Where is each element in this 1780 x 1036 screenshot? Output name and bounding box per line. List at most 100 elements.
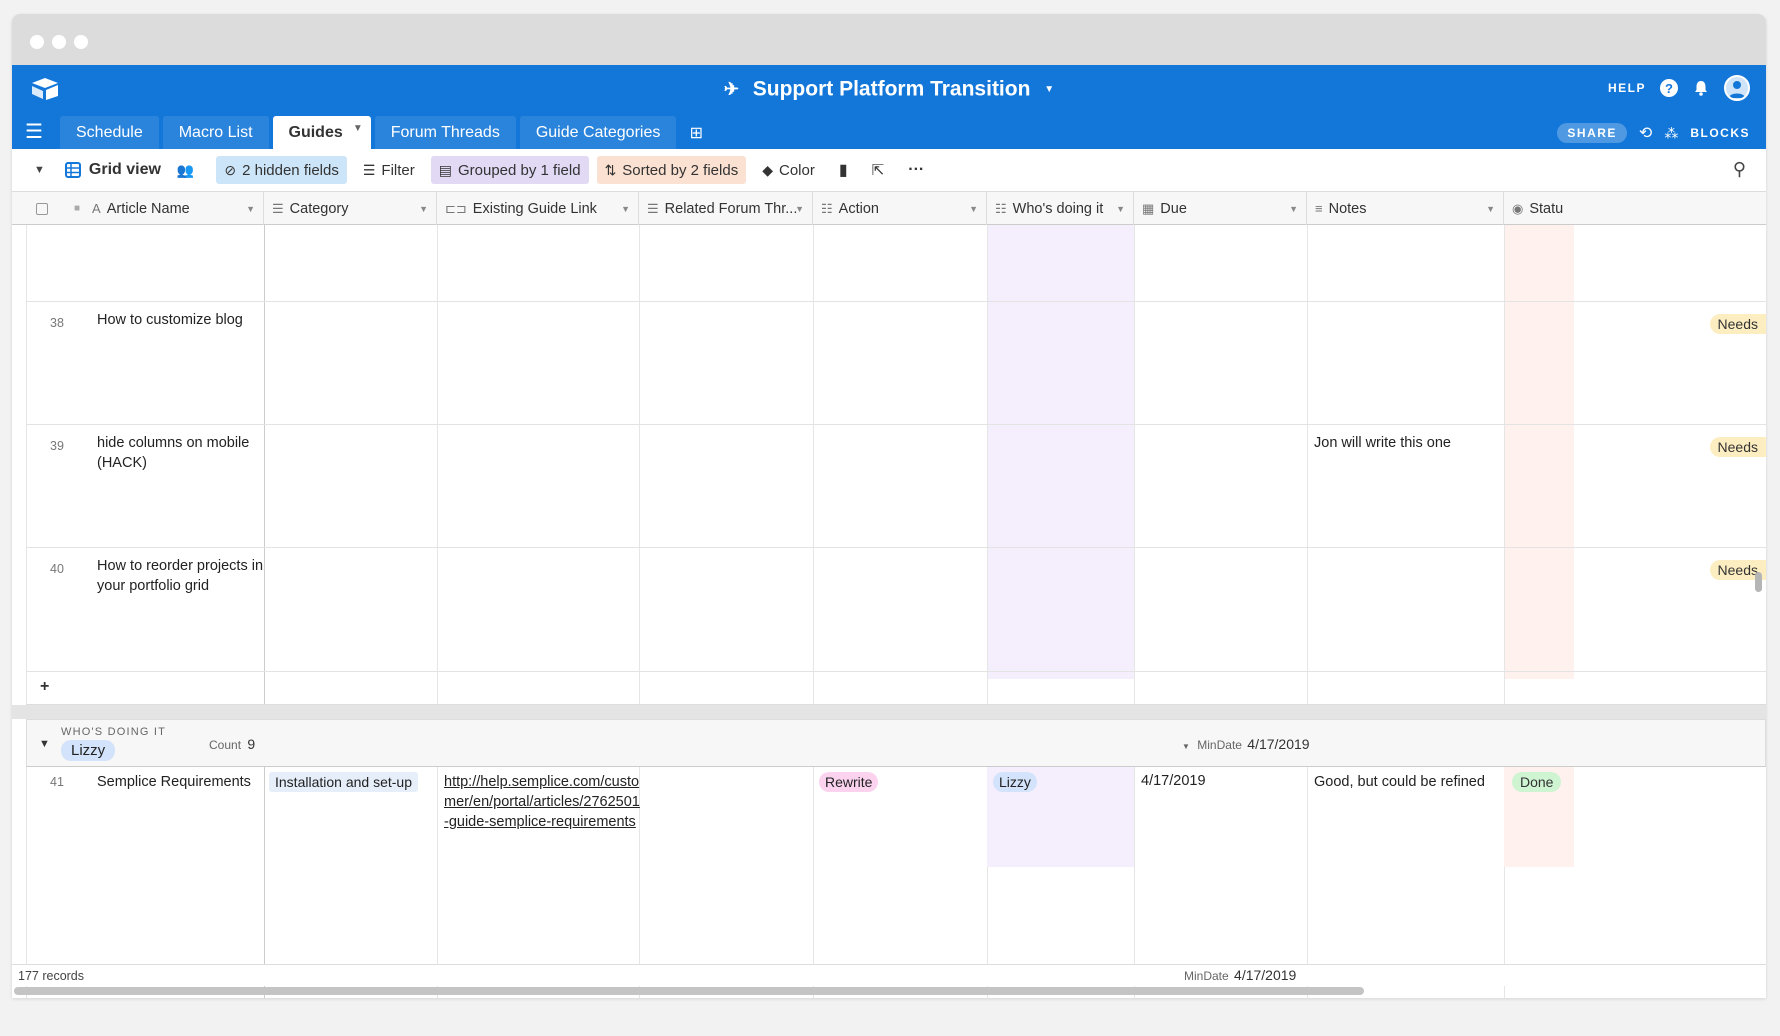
add-row-button[interactable]: + <box>26 672 1766 705</box>
guide-link[interactable]: mer/en/portal/articles/2762501 <box>444 792 640 812</box>
guide-link-cell[interactable]: http://help.semplice.com/custo mer/en/po… <box>444 772 640 832</box>
horizontal-scrollbar[interactable] <box>14 987 1364 995</box>
tab-guides[interactable]: Guides ▼ <box>272 116 371 149</box>
window-maximize-button[interactable] <box>74 35 88 49</box>
group-mindate: ▼ MinDate 4/17/2019 <box>1182 736 1310 752</box>
tab-guide-categories[interactable]: Guide Categories <box>519 116 677 149</box>
chevron-down-icon[interactable]: ▼ <box>621 204 630 214</box>
column-header-status[interactable]: ◉ Statu <box>1504 192 1574 225</box>
column-header-whos-doing-it[interactable]: ☷ Who's doing it ▼ <box>987 192 1134 225</box>
count-value: 9 <box>247 736 256 752</box>
chevron-down-icon[interactable]: ▼ <box>1289 204 1298 214</box>
plus-icon: + <box>40 678 50 695</box>
tab-schedule[interactable]: Schedule <box>60 116 159 149</box>
view-switcher[interactable]: Grid view <box>57 156 169 184</box>
tab-forum-threads[interactable]: Forum Threads <box>374 116 516 149</box>
share-button[interactable]: SHARE <box>1557 123 1627 143</box>
sort-icon: ⇅ <box>604 161 617 178</box>
tab-macro-list[interactable]: Macro List <box>162 116 269 149</box>
row-number: 39 <box>50 439 64 453</box>
help-icon[interactable]: ? <box>1660 79 1678 97</box>
eye-slash-icon: ⊘ <box>224 161 237 178</box>
group-separator <box>12 705 1766 719</box>
search-icon[interactable]: ⚲ <box>1733 159 1746 180</box>
table-row[interactable]: 39 hide columns on mobile (HACK) Jon wil… <box>26 425 1766 548</box>
column-label: Category <box>289 200 349 217</box>
mindate-label: MinDate <box>1197 738 1242 752</box>
tab-guides-label: Guides <box>288 123 343 141</box>
column-header-due[interactable]: ▦ Due ▼ <box>1134 192 1307 225</box>
article-name-cell[interactable]: How to customize blog <box>97 310 243 330</box>
column-header-category[interactable]: ☰ Category ▼ <box>264 192 437 225</box>
share-view-icon[interactable]: ⇱ <box>864 156 893 184</box>
history-icon[interactable]: ⟲ <box>1639 123 1652 143</box>
add-table-icon[interactable]: ⊞ <box>680 116 712 149</box>
status-badge[interactable]: Needs <box>1709 314 1766 334</box>
caret-down-icon[interactable]: ▼ <box>1182 742 1190 751</box>
column-header-related-forum-threads[interactable]: ☰ Related Forum Thr... ▼ <box>639 192 813 225</box>
app-header: ✈ Support Platform Transition ▼ HELP ? ☰… <box>12 65 1766 149</box>
column-label: Action <box>838 200 879 217</box>
group-button[interactable]: ▤ Grouped by 1 field <box>430 156 589 184</box>
window-close-button[interactable] <box>30 35 44 49</box>
bell-icon[interactable] <box>1692 79 1710 97</box>
status-badge[interactable]: Done <box>1512 772 1562 792</box>
collapse-group-icon[interactable]: ▼ <box>39 738 50 750</box>
group-header[interactable]: ▼ WHO'S DOING IT Lizzy Count 9 ▼ MinDate… <box>26 719 1766 767</box>
blocks-button[interactable]: BLOCKS <box>1690 126 1750 140</box>
base-title[interactable]: ✈ Support Platform Transition ▼ <box>12 77 1766 101</box>
chevron-down-icon[interactable]: ▼ <box>969 204 978 214</box>
table-row[interactable]: 41 Semplice Requirements Installation an… <box>26 767 1766 867</box>
chevron-down-icon[interactable]: ▼ <box>353 123 363 134</box>
table-row[interactable] <box>26 225 1766 302</box>
guide-link[interactable]: http://help.semplice.com/custo <box>444 772 640 792</box>
column-header-existing-guide-link[interactable]: ⊏⊐ Existing Guide Link ▼ <box>437 192 639 225</box>
column-label: Who's doing it <box>1012 200 1104 217</box>
more-options-icon[interactable]: ··· <box>900 156 932 184</box>
chevron-down-icon[interactable]: ▼ <box>1116 204 1125 214</box>
category-pill[interactable]: Installation and set-up <box>269 772 418 792</box>
column-header-notes[interactable]: ≡ Notes ▼ <box>1307 192 1504 225</box>
color-button[interactable]: ◆ Color <box>754 156 823 184</box>
blocks-icon[interactable]: ⁂ <box>1664 125 1678 142</box>
linked-record-icon: ☰ <box>647 200 659 216</box>
notes-cell[interactable]: Jon will write this one <box>1314 433 1451 453</box>
filter-button[interactable]: ☰ Filter <box>355 156 423 184</box>
due-cell[interactable]: 4/17/2019 <box>1141 771 1206 791</box>
table-row[interactable]: 38 How to customize blog Needs <box>26 302 1766 425</box>
chevron-down-icon[interactable]: ▼ <box>246 204 255 214</box>
collaborators-icon[interactable]: 👥 <box>177 162 194 179</box>
view-name: Grid view <box>88 161 161 178</box>
notes-cell[interactable]: Good, but could be refined <box>1314 772 1485 792</box>
help-label[interactable]: HELP <box>1608 81 1646 95</box>
select-all-checkbox[interactable] <box>36 202 48 215</box>
count-label: Count <box>209 738 242 752</box>
column-header-article-name[interactable]: ■ A Article Name ▼ <box>26 192 264 225</box>
hidden-fields-button[interactable]: ⊘ 2 hidden fields <box>216 156 347 184</box>
chevron-down-icon[interactable]: ▼ <box>1486 204 1495 214</box>
chevron-down-icon[interactable]: ▼ <box>419 204 428 214</box>
sort-button[interactable]: ⇅ Sorted by 2 fields <box>596 156 747 184</box>
user-avatar[interactable] <box>1724 75 1750 101</box>
table-row[interactable]: 40 How to reorder projects in your portf… <box>26 548 1766 672</box>
guide-link[interactable]: -guide-semplice-requirements <box>444 812 640 832</box>
column-header-action[interactable]: ☷ Action ▼ <box>813 192 987 225</box>
article-name-cell[interactable]: hide columns on mobile (HACK) <box>97 433 249 473</box>
who-pill[interactable]: Lizzy <box>993 772 1037 792</box>
window-minimize-button[interactable] <box>52 35 66 49</box>
group-label: Grouped by 1 field <box>457 161 581 179</box>
summary-bar: 177 records MinDate 4/17/2019 <box>12 964 1766 986</box>
paint-bucket-icon: ◆ <box>762 161 773 178</box>
menu-icon[interactable]: ☰ <box>12 114 56 149</box>
action-pill[interactable]: Rewrite <box>819 772 879 792</box>
vertical-scrollbar[interactable] <box>1755 572 1762 592</box>
article-name-cell[interactable]: How to reorder projects in your portfoli… <box>97 556 263 596</box>
data-grid: ■ A Article Name ▼ ☰ Category ▼ ⊏⊐ Exist… <box>12 192 1766 998</box>
hidden-fields-label: 2 hidden fields <box>242 161 339 179</box>
row-height-icon[interactable]: ▮ <box>831 156 856 184</box>
article-name-cell[interactable]: Semplice Requirements <box>97 772 251 792</box>
chevron-down-icon[interactable]: ▼ <box>795 204 804 214</box>
caret-down-icon[interactable]: ▼ <box>34 164 45 176</box>
status-badge[interactable]: Needs <box>1709 437 1766 457</box>
grid-view-icon <box>64 162 81 178</box>
